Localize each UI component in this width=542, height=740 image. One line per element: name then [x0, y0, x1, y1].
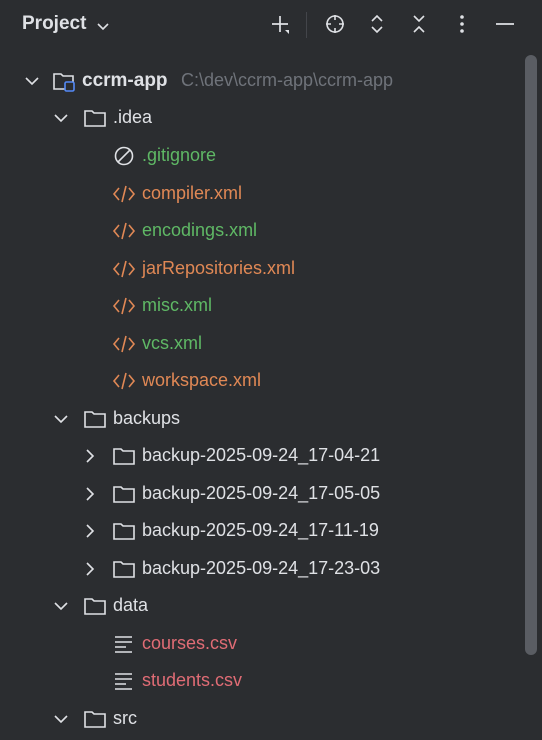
- project-panel-header: Project: [0, 0, 542, 50]
- folder-icon: [112, 483, 136, 505]
- chevron-down-icon[interactable]: [53, 711, 69, 727]
- folder-label: backups: [113, 408, 181, 428]
- xml-file-icon: [112, 258, 136, 280]
- chevron-down-icon[interactable]: [53, 598, 69, 614]
- xml-file-icon: [112, 370, 136, 392]
- folder-icon: [83, 107, 107, 129]
- file-label: jarRepositories.xml: [142, 258, 296, 278]
- file-label: students.csv: [142, 670, 243, 690]
- more-icon[interactable]: [448, 10, 476, 38]
- folder-label: .idea: [113, 107, 153, 127]
- folder-icon: [83, 408, 107, 430]
- folder-icon: [83, 708, 107, 730]
- chevron-right-icon[interactable]: [82, 561, 98, 577]
- file-label: compiler.xml: [142, 183, 243, 203]
- folder-icon: [83, 595, 107, 617]
- folder-label: backup-2025-09-24_17-04-21: [142, 445, 381, 465]
- hide-icon[interactable]: [491, 10, 519, 38]
- locate-icon[interactable]: [321, 10, 349, 38]
- ignored-file-icon: [112, 145, 136, 167]
- text-file-icon: [112, 633, 136, 655]
- file-label: encodings.xml: [142, 220, 258, 240]
- project-view-selector[interactable]: Project: [22, 13, 110, 35]
- chevron-down-icon[interactable]: [53, 411, 69, 427]
- collapse-all-icon[interactable]: [405, 10, 433, 38]
- xml-file-icon: [112, 295, 136, 317]
- chevron-right-icon[interactable]: [82, 448, 98, 464]
- folder-label: backup-2025-09-24_17-23-03: [142, 558, 381, 578]
- xml-file-icon: [112, 333, 136, 355]
- folder-label: backup-2025-09-24_17-05-05: [142, 483, 381, 503]
- file-label: courses.csv: [142, 633, 238, 653]
- chevron-right-icon[interactable]: [82, 523, 98, 539]
- root-name: ccrm-app: [82, 69, 168, 91]
- vertical-scrollbar[interactable]: [525, 55, 537, 655]
- folder-icon: [112, 520, 136, 542]
- folder-label: src: [113, 708, 137, 728]
- expand-all-icon[interactable]: [363, 10, 391, 38]
- file-label: vcs.xml: [142, 333, 202, 353]
- toolbar-separator: [306, 12, 307, 38]
- folder-label: data: [113, 595, 149, 615]
- xml-file-icon: [112, 183, 136, 205]
- folder-label: backup-2025-09-24_17-11-19: [142, 520, 379, 540]
- chevron-down-icon[interactable]: [53, 110, 69, 126]
- chevron-down-icon: [96, 17, 110, 31]
- file-label: .gitignore: [142, 145, 217, 165]
- file-label: workspace.xml: [142, 370, 262, 390]
- root-path: C:\dev\ccrm-app\ccrm-app: [181, 70, 394, 90]
- module-folder-icon: [52, 70, 76, 92]
- folder-icon: [112, 558, 136, 580]
- chevron-right-icon[interactable]: [82, 486, 98, 502]
- file-label: misc.xml: [142, 295, 212, 315]
- text-file-icon: [112, 670, 136, 692]
- chevron-down-icon[interactable]: [24, 73, 40, 89]
- folder-icon: [112, 445, 136, 467]
- panel-title: Project: [22, 13, 87, 34]
- add-icon[interactable]: [266, 10, 294, 38]
- xml-file-icon: [112, 220, 136, 242]
